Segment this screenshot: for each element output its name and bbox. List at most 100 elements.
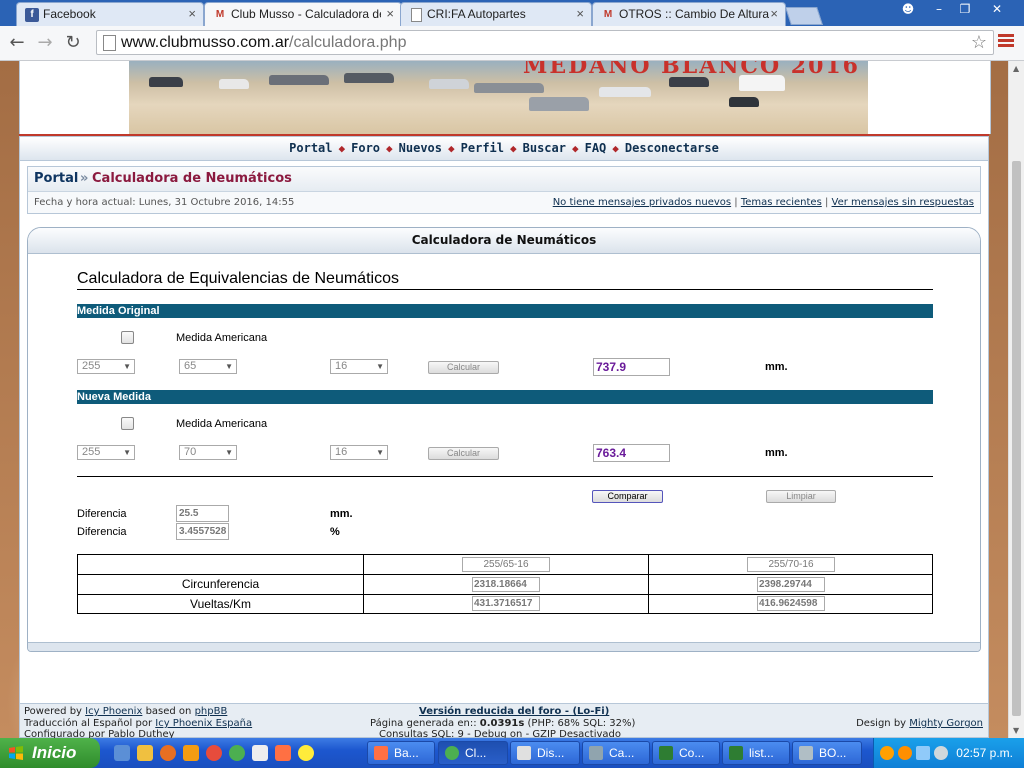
- explorer-icon[interactable]: [137, 745, 153, 761]
- forward-icon[interactable]: →: [34, 32, 56, 54]
- close-icon[interactable]: ×: [576, 6, 584, 21]
- new-rim-select[interactable]: 16 ▼: [330, 445, 388, 460]
- tab-facebook[interactable]: f Facebook ×: [16, 2, 204, 26]
- new-american-checkbox[interactable]: [121, 417, 134, 430]
- new-calculate-button[interactable]: Calcular: [428, 447, 499, 460]
- recent-topics-link[interactable]: Temas recientes: [741, 197, 822, 208]
- original-diameter-field[interactable]: 737.9: [593, 358, 670, 376]
- private-messages-link[interactable]: No tiene mensajes privados nuevos: [553, 197, 731, 208]
- link-separator: |: [824, 197, 829, 208]
- task-bo[interactable]: BO...: [792, 741, 862, 765]
- table-cell: 2318.18664: [364, 575, 649, 595]
- revolutions-b-field[interactable]: 416.9624598: [757, 596, 825, 611]
- app-icon[interactable]: [183, 745, 199, 761]
- reload-icon[interactable]: ↻: [62, 32, 84, 54]
- start-button[interactable]: Inicio: [0, 738, 100, 768]
- scroll-down-icon[interactable]: ▼: [1013, 726, 1019, 735]
- lofi-link[interactable]: Versión reducida del foro - (Lo-Fi): [419, 706, 609, 717]
- task-excel-list[interactable]: list...: [722, 741, 790, 765]
- vertical-scrollbar[interactable]: ▲ ▼: [1008, 61, 1024, 738]
- firefox-icon[interactable]: [160, 745, 176, 761]
- circumference-b-field[interactable]: 2398.29744: [757, 577, 825, 592]
- window-icon[interactable]: [252, 745, 268, 761]
- media-player-icon[interactable]: [298, 745, 314, 761]
- icy-phoenix-link[interactable]: Icy Phoenix: [85, 706, 142, 717]
- close-icon[interactable]: ×: [188, 6, 196, 21]
- calculator-heading: Calculadora de Equivalencias de Neumátic…: [77, 270, 399, 287]
- close-icon[interactable]: ×: [386, 6, 394, 21]
- task-disk[interactable]: Dis...: [510, 741, 580, 765]
- chrome-menu-icon[interactable]: [998, 34, 1014, 50]
- mighty-gorgon-link[interactable]: Mighty Gorgon: [909, 718, 983, 729]
- icy-phoenix-espana-link[interactable]: Icy Phoenix España: [155, 718, 252, 729]
- opera-icon[interactable]: [206, 745, 222, 761]
- calculator-panel-footer: [28, 642, 980, 651]
- task-chrome[interactable]: Cl...: [438, 741, 508, 765]
- clear-button[interactable]: Limpiar: [766, 490, 836, 503]
- table-header-a: 255/65-16: [364, 555, 649, 575]
- volume-icon[interactable]: [934, 746, 948, 760]
- network-icon[interactable]: [916, 746, 930, 760]
- disk-icon: [517, 746, 531, 760]
- tray-avast-icon[interactable]: [898, 746, 912, 760]
- bookmark-star-icon[interactable]: ☆: [971, 32, 987, 53]
- browser-tab-strip: f Facebook × M Club Musso - Calculadora …: [0, 0, 1024, 26]
- restore-icon[interactable]: ❐: [954, 1, 976, 17]
- original-profile-select[interactable]: 65 ▼: [179, 359, 237, 374]
- tab-otros-cambio-altura[interactable]: M OTROS :: Cambio De Altura ×: [592, 2, 786, 26]
- document-icon: [799, 746, 813, 760]
- close-icon[interactable]: ×: [770, 6, 778, 21]
- task-calculator[interactable]: Ca...: [582, 741, 650, 765]
- window-close-icon[interactable]: ✕: [982, 1, 1012, 17]
- diff-mm-field[interactable]: 25.5: [176, 505, 229, 522]
- user-icon[interactable]: ☻: [898, 1, 918, 17]
- revolutions-a-field[interactable]: 431.3716517: [472, 596, 540, 611]
- address-bar[interactable]: www.clubmusso.com.ar/calculadora.php ☆: [96, 30, 994, 55]
- minimize-icon[interactable]: –: [928, 1, 950, 17]
- nav-perfil[interactable]: Perfil: [461, 141, 504, 155]
- original-american-checkbox[interactable]: [121, 331, 134, 344]
- breadcrumb-current[interactable]: Calculadora de Neumáticos: [92, 167, 292, 191]
- new-width-select[interactable]: 255 ▼: [77, 445, 135, 460]
- new-profile-select[interactable]: 70 ▼: [179, 445, 237, 460]
- section-original-bar: Medida Original: [77, 304, 933, 318]
- page-footer: Powered by Icy Phoenix based on phpBB Tr…: [19, 703, 989, 738]
- nav-faq[interactable]: FAQ: [585, 141, 607, 155]
- system-tray: 02:57 p.m.: [873, 738, 1024, 768]
- task-mail[interactable]: Ba...: [367, 741, 435, 765]
- heading-rule: [77, 289, 933, 290]
- powered-by: Powered by Icy Phoenix based on phpBB: [24, 706, 228, 717]
- mail-icon[interactable]: [275, 745, 291, 761]
- new-diameter-field[interactable]: 763.4: [593, 444, 670, 462]
- back-icon[interactable]: ←: [6, 32, 28, 54]
- chrome-icon[interactable]: [229, 745, 245, 761]
- task-excel-co[interactable]: Co...: [652, 741, 720, 765]
- tab-club-musso-calculadora[interactable]: M Club Musso - Calculadora de ×: [204, 2, 402, 26]
- original-width-select[interactable]: 255 ▼: [77, 359, 135, 374]
- tray-app-icon[interactable]: [880, 746, 894, 760]
- page-viewport: MEDANO BLANCO 2016 Portal ◆ Foro ◆ Nuevos ◆ Pe…: [0, 61, 1008, 738]
- nav-portal[interactable]: Portal: [289, 141, 332, 155]
- scrollbar-thumb[interactable]: [1012, 161, 1021, 716]
- show-desktop-icon[interactable]: [114, 745, 130, 761]
- tab-crifa-autopartes[interactable]: CRI:FA Autopartes ×: [400, 2, 592, 26]
- scroll-up-icon[interactable]: ▲: [1013, 64, 1019, 73]
- new-unit: mm.: [765, 447, 788, 459]
- clock[interactable]: 02:57 p.m.: [956, 746, 1013, 760]
- breadcrumb-portal-link[interactable]: Portal: [34, 167, 78, 191]
- new-tab-button[interactable]: [785, 7, 823, 25]
- diff-pct-field[interactable]: 3.4557528: [176, 523, 229, 540]
- nav-nuevos[interactable]: Nuevos: [399, 141, 442, 155]
- original-rim-select[interactable]: 16 ▼: [330, 359, 388, 374]
- size-a-field[interactable]: 255/65-16: [462, 557, 550, 572]
- nav-foro[interactable]: Foro: [351, 141, 380, 155]
- unanswered-link[interactable]: Ver mensajes sin respuestas: [832, 197, 974, 208]
- size-b-field[interactable]: 255/70-16: [747, 557, 835, 572]
- nav-desconectarse[interactable]: Desconectarse: [625, 141, 719, 155]
- original-calculate-button[interactable]: Calcular: [428, 361, 499, 374]
- dropdown-arrow-icon: ▼: [123, 448, 131, 457]
- circumference-a-field[interactable]: 2318.18664: [472, 577, 540, 592]
- compare-button[interactable]: Comparar: [592, 490, 663, 503]
- nav-buscar[interactable]: Buscar: [523, 141, 566, 155]
- phpbb-link[interactable]: phpBB: [195, 706, 228, 717]
